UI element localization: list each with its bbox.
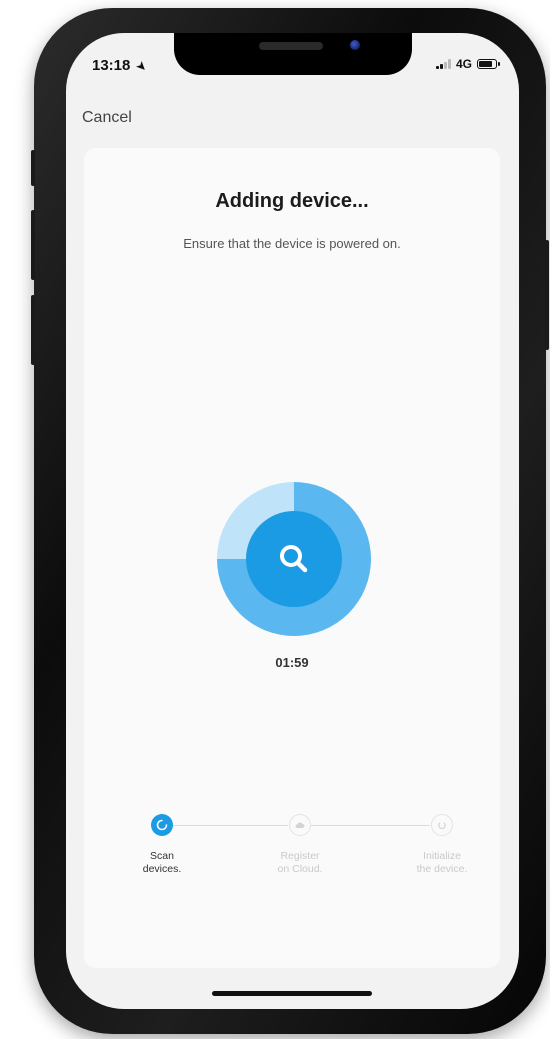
power-icon (438, 822, 446, 830)
status-bar-indicators: 4G (435, 57, 500, 71)
progress-steps: Scan devices. Register on Cloud. Initial… (84, 813, 500, 893)
volume-up-button (31, 210, 35, 280)
step-initialize-indicator (431, 814, 453, 836)
step-register-indicator (289, 814, 311, 836)
speaker-grille (259, 42, 323, 50)
mute-switch (31, 150, 35, 186)
step-connector (173, 825, 288, 826)
step-scan-indicator (151, 814, 173, 836)
signal-strength-icon (435, 59, 451, 69)
countdown-timer: 01:59 (275, 655, 309, 670)
page-subtitle: Ensure that the device is powered on. (183, 236, 401, 251)
status-time-text: 13:18 (92, 57, 131, 74)
home-indicator[interactable] (212, 991, 372, 996)
notch (174, 33, 412, 75)
spinner-icon (156, 819, 168, 831)
adding-device-card: Adding device... Ensure that the device … (84, 148, 500, 968)
front-camera (350, 40, 360, 50)
page-title: Adding device... (215, 190, 369, 212)
phone-screen: 13:18 ➤ 4G Cancel Adding device... Ensur… (66, 33, 519, 1009)
battery-icon (477, 59, 500, 69)
step-connector (311, 825, 430, 826)
step-initialize-label: Initialize the device. (416, 850, 468, 875)
cancel-button[interactable]: Cancel (82, 109, 132, 127)
network-type: 4G (455, 57, 472, 71)
cloud-icon (295, 822, 305, 829)
scan-progress-indicator (217, 482, 371, 636)
location-arrow-icon: ➤ (133, 59, 149, 75)
status-bar-time: 13:18 ➤ (92, 57, 149, 75)
power-button (545, 240, 549, 350)
step-register-label: Register on Cloud. (277, 850, 323, 875)
volume-down-button (31, 295, 35, 365)
step-scan-label: Scan devices. (142, 850, 182, 875)
scan-button-core (246, 511, 342, 607)
search-icon (280, 545, 308, 573)
